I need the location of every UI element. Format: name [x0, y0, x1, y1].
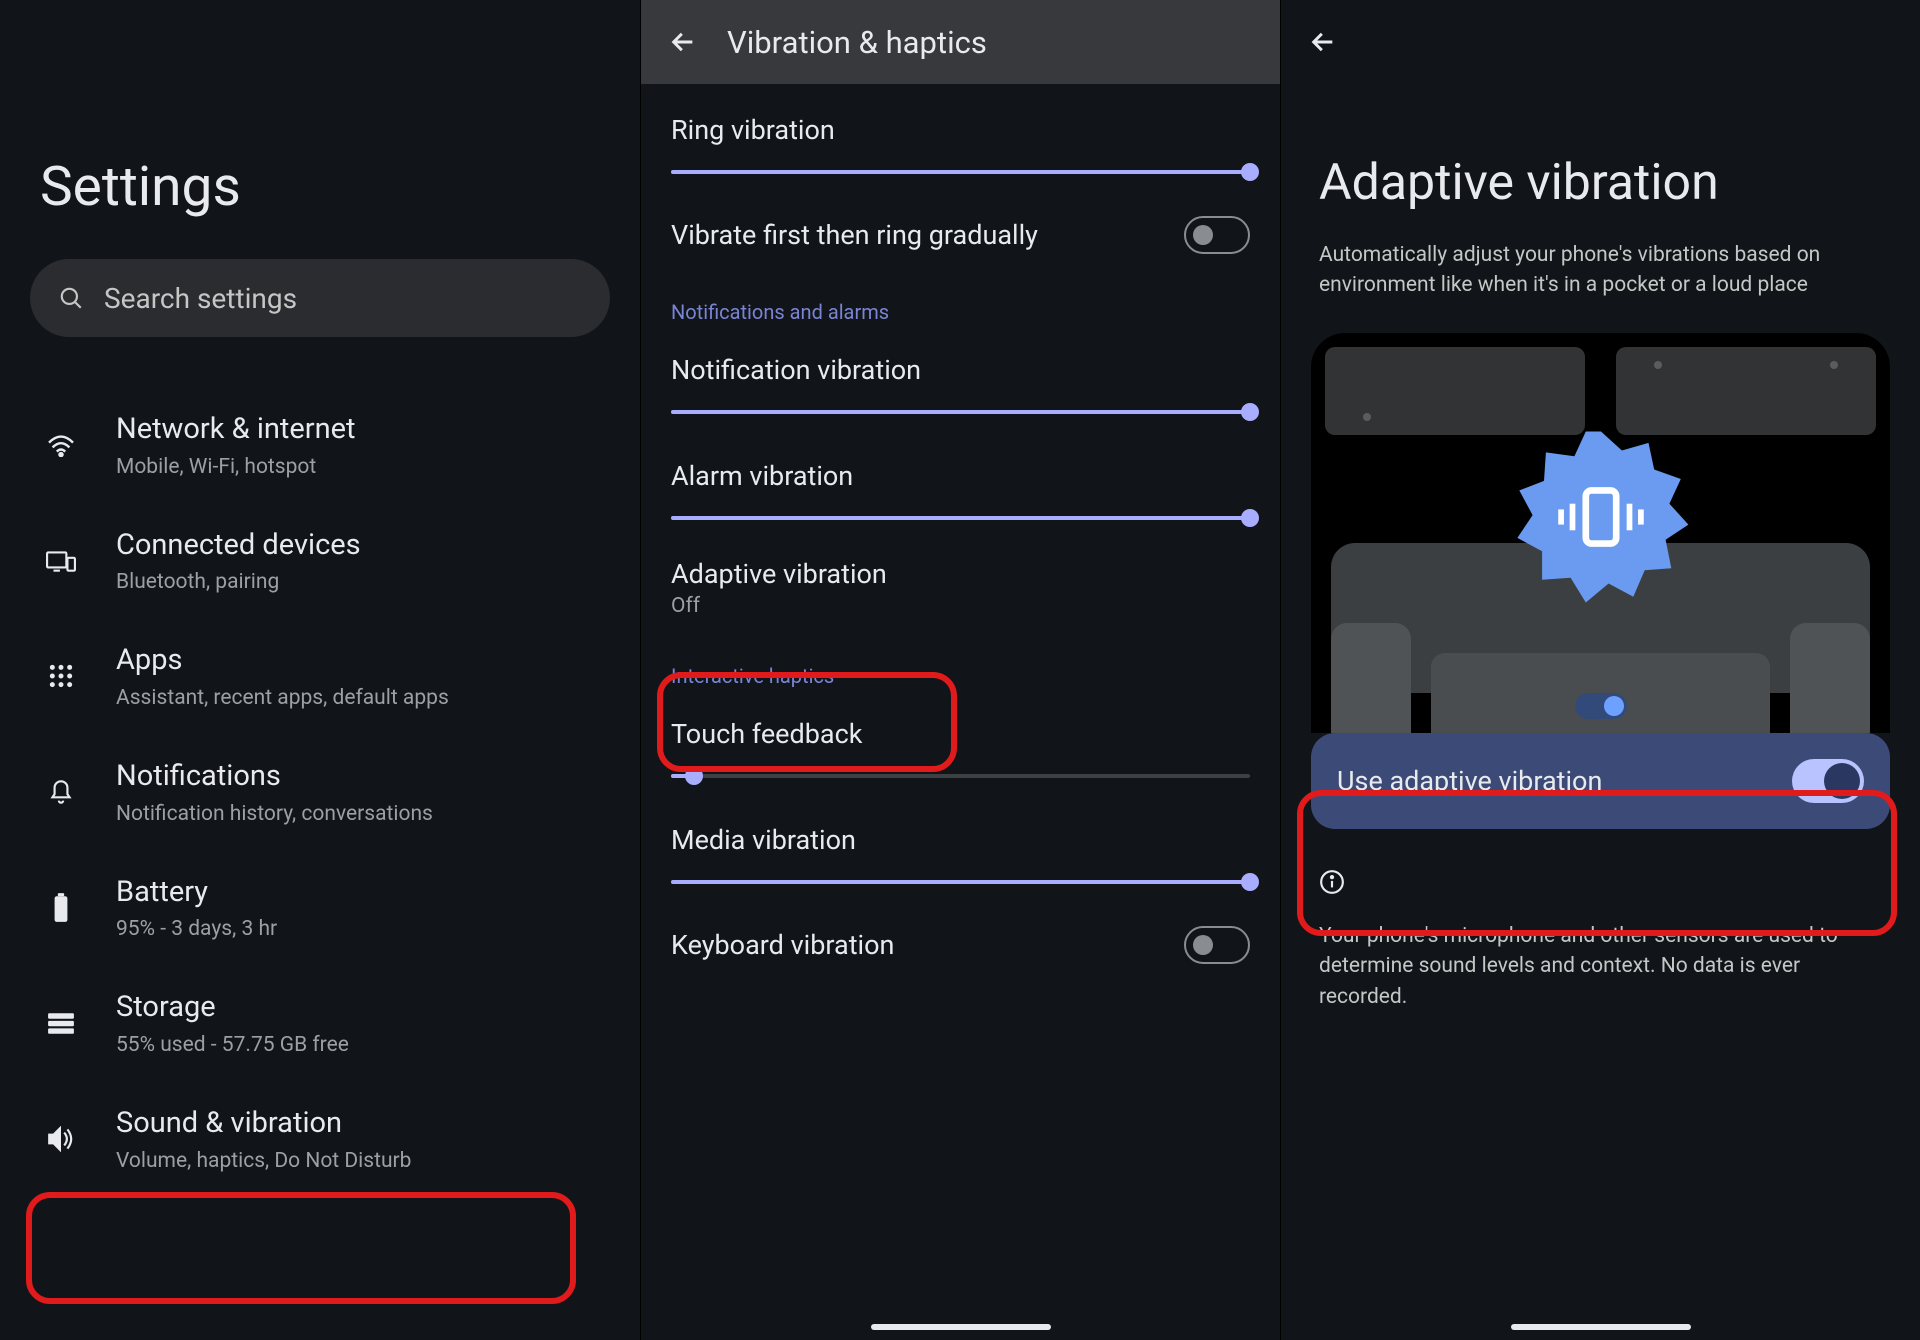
slider-track[interactable] — [671, 880, 1250, 884]
settings-item-subtitle: Notification history, conversations — [116, 802, 433, 826]
slider-thumb[interactable] — [1241, 873, 1259, 891]
bell-icon — [44, 777, 78, 807]
settings-item-subtitle: 55% used - 57.75 GB free — [116, 1033, 349, 1057]
slider-track[interactable] — [671, 774, 1250, 778]
settings-item-battery[interactable]: Battery 95% - 3 days, 3 hr — [0, 850, 640, 966]
settings-item-subtitle: Assistant, recent apps, default apps — [116, 686, 449, 710]
ring-vibration-row[interactable]: Ring vibration — [671, 114, 1250, 174]
toggle-switch-off[interactable] — [1184, 216, 1250, 254]
vibrate-first-row[interactable]: Vibrate first then ring gradually — [671, 216, 1250, 254]
slider-track[interactable] — [671, 516, 1250, 520]
alarm-vibration-row[interactable]: Alarm vibration — [671, 460, 1250, 520]
slider-track[interactable] — [671, 170, 1250, 174]
page-title: Adaptive vibration — [1281, 84, 1920, 212]
back-icon[interactable] — [669, 28, 697, 56]
settings-item-title: Network & internet — [116, 411, 355, 449]
slider-label: Ring vibration — [671, 114, 1250, 146]
header-bar: Vibration & haptics — [641, 0, 1280, 84]
section-header: Notifications and alarms — [671, 300, 1250, 324]
highlight-annotation — [1297, 790, 1897, 936]
slider-label: Media vibration — [671, 824, 1250, 856]
settings-item-subtitle: Bluetooth, pairing — [116, 570, 361, 594]
highlight-annotation — [657, 672, 957, 772]
settings-item-title: Connected devices — [116, 527, 361, 565]
toggle-label: Keyboard vibration — [671, 929, 894, 961]
search-input[interactable]: Search settings — [30, 259, 610, 337]
settings-item-storage[interactable]: Storage 55% used - 57.75 GB free — [0, 965, 640, 1081]
slider-label: Notification vibration — [671, 354, 1250, 386]
slider-thumb[interactable] — [1241, 509, 1259, 527]
header-bar — [1281, 0, 1920, 84]
back-icon[interactable] — [1309, 28, 1337, 56]
illustration — [1311, 333, 1890, 733]
settings-item-title: Apps — [116, 642, 449, 680]
slider-thumb[interactable] — [1241, 403, 1259, 421]
page-title: Settings — [0, 0, 640, 219]
settings-item-notifications[interactable]: Notifications Notification history, conv… — [0, 734, 640, 850]
nav-bar[interactable] — [871, 1324, 1051, 1330]
volume-icon — [44, 1126, 78, 1152]
item-subtitle: Off — [671, 594, 1250, 618]
highlight-annotation — [26, 1192, 576, 1304]
apps-icon — [44, 663, 78, 689]
storage-icon — [44, 1012, 78, 1034]
settings-item-sound[interactable]: Sound & vibration Volume, haptics, Do No… — [0, 1081, 640, 1197]
settings-item-subtitle: 95% - 3 days, 3 hr — [116, 917, 277, 941]
toggle-switch-off[interactable] — [1184, 926, 1250, 964]
item-title: Adaptive vibration — [671, 558, 1250, 590]
notification-vibration-row[interactable]: Notification vibration — [671, 354, 1250, 414]
search-placeholder: Search settings — [104, 282, 297, 315]
settings-item-subtitle: Volume, haptics, Do Not Disturb — [116, 1149, 411, 1173]
settings-item-title: Sound & vibration — [116, 1105, 411, 1143]
media-vibration-row[interactable]: Media vibration — [671, 824, 1250, 884]
vibration-badge-icon — [1506, 422, 1696, 612]
settings-item-subtitle: Mobile, Wi-Fi, hotspot — [116, 455, 355, 479]
adaptive-vibration-item[interactable]: Adaptive vibration Off — [671, 558, 1250, 618]
page-description: Automatically adjust your phone's vibrat… — [1281, 212, 1920, 301]
keyboard-vibration-row[interactable]: Keyboard vibration — [671, 926, 1250, 964]
settings-item-connected[interactable]: Connected devices Bluetooth, pairing — [0, 503, 640, 619]
battery-icon — [44, 892, 78, 924]
wifi-icon — [44, 433, 78, 457]
settings-item-title: Battery — [116, 874, 277, 912]
illustration-toggle-icon — [1575, 693, 1627, 719]
toggle-label: Vibrate first then ring gradually — [671, 219, 1038, 251]
settings-item-title: Notifications — [116, 758, 433, 796]
settings-item-title: Storage — [116, 989, 349, 1027]
slider-label: Alarm vibration — [671, 460, 1250, 492]
devices-icon — [44, 549, 78, 573]
nav-bar[interactable] — [1511, 1324, 1691, 1330]
settings-item-network[interactable]: Network & internet Mobile, Wi-Fi, hotspo… — [0, 387, 640, 503]
slider-thumb[interactable] — [1241, 163, 1259, 181]
settings-item-apps[interactable]: Apps Assistant, recent apps, default app… — [0, 618, 640, 734]
search-icon — [58, 285, 84, 311]
header-title: Vibration & haptics — [727, 24, 987, 61]
slider-track[interactable] — [671, 410, 1250, 414]
